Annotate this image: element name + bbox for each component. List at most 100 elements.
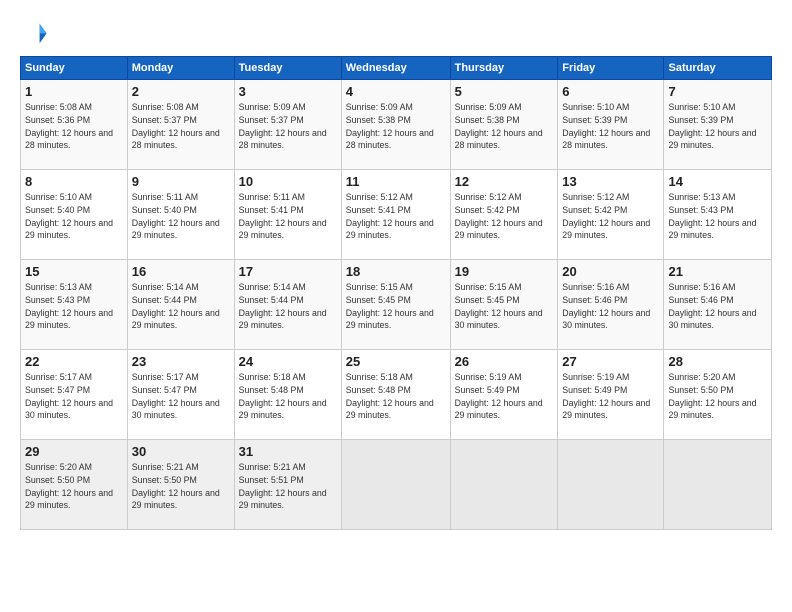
day-number: 29 xyxy=(25,444,123,459)
calendar-header-wednesday: Wednesday xyxy=(341,57,450,80)
calendar-header-sunday: Sunday xyxy=(21,57,128,80)
calendar-cell: 11 Sunrise: 5:12 AM Sunset: 5:41 PM Dayl… xyxy=(341,170,450,260)
calendar-cell: 31 Sunrise: 5:21 AM Sunset: 5:51 PM Dayl… xyxy=(234,440,341,530)
calendar-cell: 5 Sunrise: 5:09 AM Sunset: 5:38 PM Dayli… xyxy=(450,80,558,170)
calendar-week-4: 22 Sunrise: 5:17 AM Sunset: 5:47 PM Dayl… xyxy=(21,350,772,440)
day-info: Sunrise: 5:20 AM Sunset: 5:50 PM Dayligh… xyxy=(668,371,767,422)
calendar-cell: 23 Sunrise: 5:17 AM Sunset: 5:47 PM Dayl… xyxy=(127,350,234,440)
day-info: Sunrise: 5:14 AM Sunset: 5:44 PM Dayligh… xyxy=(132,281,230,332)
day-info: Sunrise: 5:21 AM Sunset: 5:50 PM Dayligh… xyxy=(132,461,230,512)
day-number: 24 xyxy=(239,354,337,369)
day-number: 4 xyxy=(346,84,446,99)
calendar-cell: 16 Sunrise: 5:14 AM Sunset: 5:44 PM Dayl… xyxy=(127,260,234,350)
calendar-cell: 20 Sunrise: 5:16 AM Sunset: 5:46 PM Dayl… xyxy=(558,260,664,350)
calendar-header-saturday: Saturday xyxy=(664,57,772,80)
calendar-cell: 10 Sunrise: 5:11 AM Sunset: 5:41 PM Dayl… xyxy=(234,170,341,260)
calendar-cell: 6 Sunrise: 5:10 AM Sunset: 5:39 PM Dayli… xyxy=(558,80,664,170)
day-number: 2 xyxy=(132,84,230,99)
day-info: Sunrise: 5:17 AM Sunset: 5:47 PM Dayligh… xyxy=(25,371,123,422)
calendar-cell: 8 Sunrise: 5:10 AM Sunset: 5:40 PM Dayli… xyxy=(21,170,128,260)
day-number: 10 xyxy=(239,174,337,189)
calendar-cell: 21 Sunrise: 5:16 AM Sunset: 5:46 PM Dayl… xyxy=(664,260,772,350)
day-number: 28 xyxy=(668,354,767,369)
day-number: 16 xyxy=(132,264,230,279)
day-info: Sunrise: 5:18 AM Sunset: 5:48 PM Dayligh… xyxy=(346,371,446,422)
day-info: Sunrise: 5:13 AM Sunset: 5:43 PM Dayligh… xyxy=(668,191,767,242)
day-info: Sunrise: 5:10 AM Sunset: 5:40 PM Dayligh… xyxy=(25,191,123,242)
day-info: Sunrise: 5:21 AM Sunset: 5:51 PM Dayligh… xyxy=(239,461,337,512)
calendar-week-3: 15 Sunrise: 5:13 AM Sunset: 5:43 PM Dayl… xyxy=(21,260,772,350)
day-number: 19 xyxy=(455,264,554,279)
day-info: Sunrise: 5:09 AM Sunset: 5:38 PM Dayligh… xyxy=(346,101,446,152)
calendar-cell: 1 Sunrise: 5:08 AM Sunset: 5:36 PM Dayli… xyxy=(21,80,128,170)
calendar-cell: 2 Sunrise: 5:08 AM Sunset: 5:37 PM Dayli… xyxy=(127,80,234,170)
day-number: 27 xyxy=(562,354,659,369)
day-number: 31 xyxy=(239,444,337,459)
calendar-week-2: 8 Sunrise: 5:10 AM Sunset: 5:40 PM Dayli… xyxy=(21,170,772,260)
day-info: Sunrise: 5:09 AM Sunset: 5:38 PM Dayligh… xyxy=(455,101,554,152)
day-info: Sunrise: 5:12 AM Sunset: 5:42 PM Dayligh… xyxy=(455,191,554,242)
calendar-cell: 24 Sunrise: 5:18 AM Sunset: 5:48 PM Dayl… xyxy=(234,350,341,440)
day-info: Sunrise: 5:18 AM Sunset: 5:48 PM Dayligh… xyxy=(239,371,337,422)
header xyxy=(20,18,772,46)
day-number: 5 xyxy=(455,84,554,99)
day-number: 12 xyxy=(455,174,554,189)
day-info: Sunrise: 5:08 AM Sunset: 5:36 PM Dayligh… xyxy=(25,101,123,152)
day-info: Sunrise: 5:10 AM Sunset: 5:39 PM Dayligh… xyxy=(668,101,767,152)
day-info: Sunrise: 5:12 AM Sunset: 5:42 PM Dayligh… xyxy=(562,191,659,242)
page: SundayMondayTuesdayWednesdayThursdayFrid… xyxy=(0,0,792,612)
day-number: 3 xyxy=(239,84,337,99)
calendar-week-5: 29 Sunrise: 5:20 AM Sunset: 5:50 PM Dayl… xyxy=(21,440,772,530)
calendar-cell: 7 Sunrise: 5:10 AM Sunset: 5:39 PM Dayli… xyxy=(664,80,772,170)
day-number: 21 xyxy=(668,264,767,279)
day-number: 13 xyxy=(562,174,659,189)
day-number: 8 xyxy=(25,174,123,189)
day-info: Sunrise: 5:16 AM Sunset: 5:46 PM Dayligh… xyxy=(668,281,767,332)
calendar-cell: 27 Sunrise: 5:19 AM Sunset: 5:49 PM Dayl… xyxy=(558,350,664,440)
day-number: 17 xyxy=(239,264,337,279)
day-info: Sunrise: 5:15 AM Sunset: 5:45 PM Dayligh… xyxy=(455,281,554,332)
day-number: 22 xyxy=(25,354,123,369)
calendar-cell: 13 Sunrise: 5:12 AM Sunset: 5:42 PM Dayl… xyxy=(558,170,664,260)
day-info: Sunrise: 5:11 AM Sunset: 5:40 PM Dayligh… xyxy=(132,191,230,242)
calendar-cell xyxy=(341,440,450,530)
calendar-week-1: 1 Sunrise: 5:08 AM Sunset: 5:36 PM Dayli… xyxy=(21,80,772,170)
calendar-cell: 17 Sunrise: 5:14 AM Sunset: 5:44 PM Dayl… xyxy=(234,260,341,350)
day-info: Sunrise: 5:14 AM Sunset: 5:44 PM Dayligh… xyxy=(239,281,337,332)
calendar-header-monday: Monday xyxy=(127,57,234,80)
calendar-cell: 15 Sunrise: 5:13 AM Sunset: 5:43 PM Dayl… xyxy=(21,260,128,350)
day-number: 18 xyxy=(346,264,446,279)
calendar-cell: 18 Sunrise: 5:15 AM Sunset: 5:45 PM Dayl… xyxy=(341,260,450,350)
day-number: 11 xyxy=(346,174,446,189)
calendar-cell: 28 Sunrise: 5:20 AM Sunset: 5:50 PM Dayl… xyxy=(664,350,772,440)
calendar: SundayMondayTuesdayWednesdayThursdayFrid… xyxy=(20,56,772,530)
day-info: Sunrise: 5:15 AM Sunset: 5:45 PM Dayligh… xyxy=(346,281,446,332)
day-number: 9 xyxy=(132,174,230,189)
calendar-cell xyxy=(664,440,772,530)
day-number: 15 xyxy=(25,264,123,279)
day-number: 30 xyxy=(132,444,230,459)
calendar-cell: 26 Sunrise: 5:19 AM Sunset: 5:49 PM Dayl… xyxy=(450,350,558,440)
calendar-header-friday: Friday xyxy=(558,57,664,80)
logo-icon xyxy=(20,18,48,46)
day-info: Sunrise: 5:12 AM Sunset: 5:41 PM Dayligh… xyxy=(346,191,446,242)
day-number: 26 xyxy=(455,354,554,369)
calendar-cell: 30 Sunrise: 5:21 AM Sunset: 5:50 PM Dayl… xyxy=(127,440,234,530)
calendar-cell: 19 Sunrise: 5:15 AM Sunset: 5:45 PM Dayl… xyxy=(450,260,558,350)
day-info: Sunrise: 5:19 AM Sunset: 5:49 PM Dayligh… xyxy=(455,371,554,422)
day-number: 23 xyxy=(132,354,230,369)
day-number: 25 xyxy=(346,354,446,369)
day-info: Sunrise: 5:08 AM Sunset: 5:37 PM Dayligh… xyxy=(132,101,230,152)
calendar-cell: 25 Sunrise: 5:18 AM Sunset: 5:48 PM Dayl… xyxy=(341,350,450,440)
calendar-cell: 3 Sunrise: 5:09 AM Sunset: 5:37 PM Dayli… xyxy=(234,80,341,170)
day-info: Sunrise: 5:17 AM Sunset: 5:47 PM Dayligh… xyxy=(132,371,230,422)
day-info: Sunrise: 5:10 AM Sunset: 5:39 PM Dayligh… xyxy=(562,101,659,152)
calendar-cell: 12 Sunrise: 5:12 AM Sunset: 5:42 PM Dayl… xyxy=(450,170,558,260)
calendar-cell: 14 Sunrise: 5:13 AM Sunset: 5:43 PM Dayl… xyxy=(664,170,772,260)
calendar-cell xyxy=(450,440,558,530)
day-info: Sunrise: 5:16 AM Sunset: 5:46 PM Dayligh… xyxy=(562,281,659,332)
day-number: 1 xyxy=(25,84,123,99)
calendar-header-tuesday: Tuesday xyxy=(234,57,341,80)
calendar-header-thursday: Thursday xyxy=(450,57,558,80)
day-info: Sunrise: 5:11 AM Sunset: 5:41 PM Dayligh… xyxy=(239,191,337,242)
